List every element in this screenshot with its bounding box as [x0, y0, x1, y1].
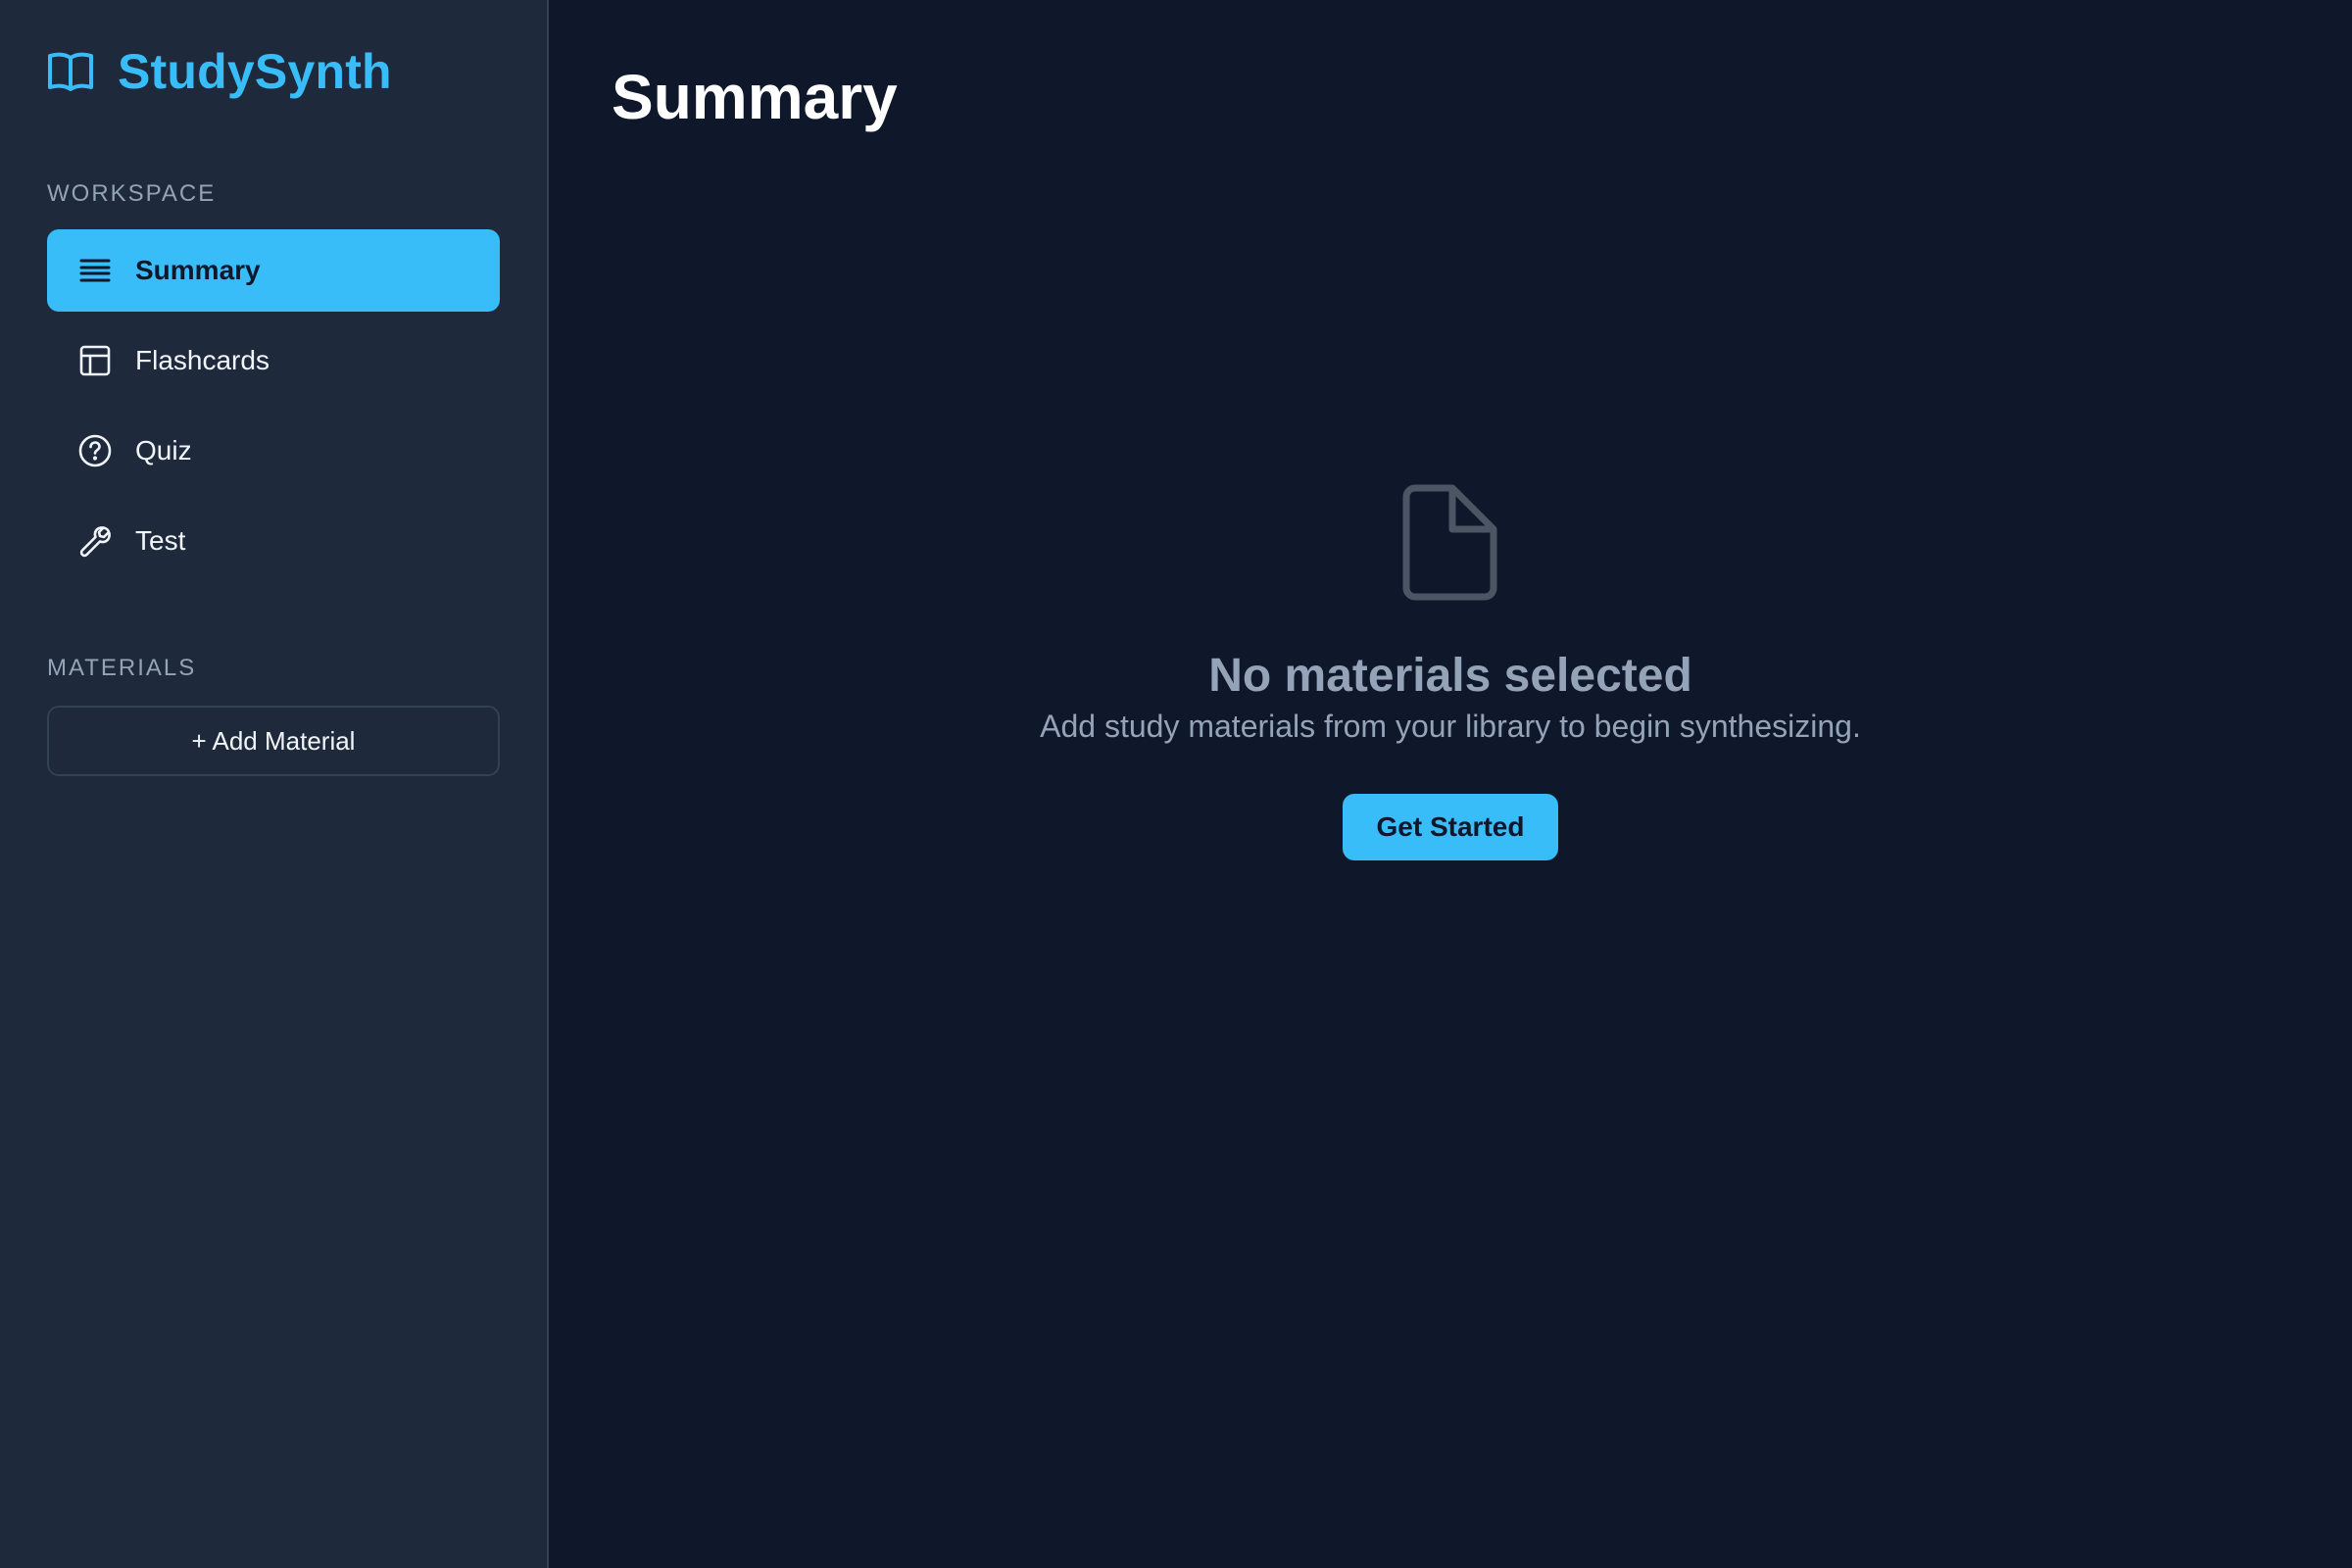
lines-icon [78, 254, 112, 287]
sidebar-item-test[interactable]: Test [47, 500, 500, 582]
document-icon [1401, 484, 1499, 602]
sidebar-item-label: Flashcards [135, 345, 270, 375]
sidebar-item-summary[interactable]: Summary [47, 229, 500, 312]
empty-state: No materials selected Add study material… [549, 484, 2352, 860]
get-started-button[interactable]: Get Started [1343, 794, 1558, 860]
sidebar-item-quiz[interactable]: Quiz [47, 410, 500, 492]
layout-card-icon [78, 344, 112, 377]
page-title: Summary [612, 62, 898, 132]
empty-state-title: No materials selected [1208, 650, 1692, 702]
workspace-section-label: WORKSPACE [47, 180, 217, 207]
add-material-button[interactable]: + Add Material [47, 706, 500, 776]
sidebar-item-flashcards[interactable]: Flashcards [47, 319, 500, 402]
empty-state-subtitle: Add study materials from your library to… [1040, 709, 1861, 744]
wrench-icon [78, 524, 112, 558]
sidebar-item-label: Quiz [135, 435, 192, 466]
sidebar-item-label: Test [135, 525, 186, 556]
sidebar-item-label: Summary [135, 255, 261, 285]
brand-name: StudySynth [118, 44, 392, 99]
workspace-nav: Summary Flashcards Quiz Test [47, 229, 500, 582]
app-root: StudySynth WORKSPACE Summary Flashcards … [0, 0, 2352, 1568]
main-content: Summary No materials selected Add study … [549, 0, 2352, 1568]
sidebar: StudySynth WORKSPACE Summary Flashcards … [0, 0, 549, 1568]
materials-section-label: MATERIALS [47, 655, 197, 681]
open-book-icon [47, 48, 94, 95]
brand[interactable]: StudySynth [47, 0, 500, 143]
question-circle-icon [78, 434, 112, 467]
